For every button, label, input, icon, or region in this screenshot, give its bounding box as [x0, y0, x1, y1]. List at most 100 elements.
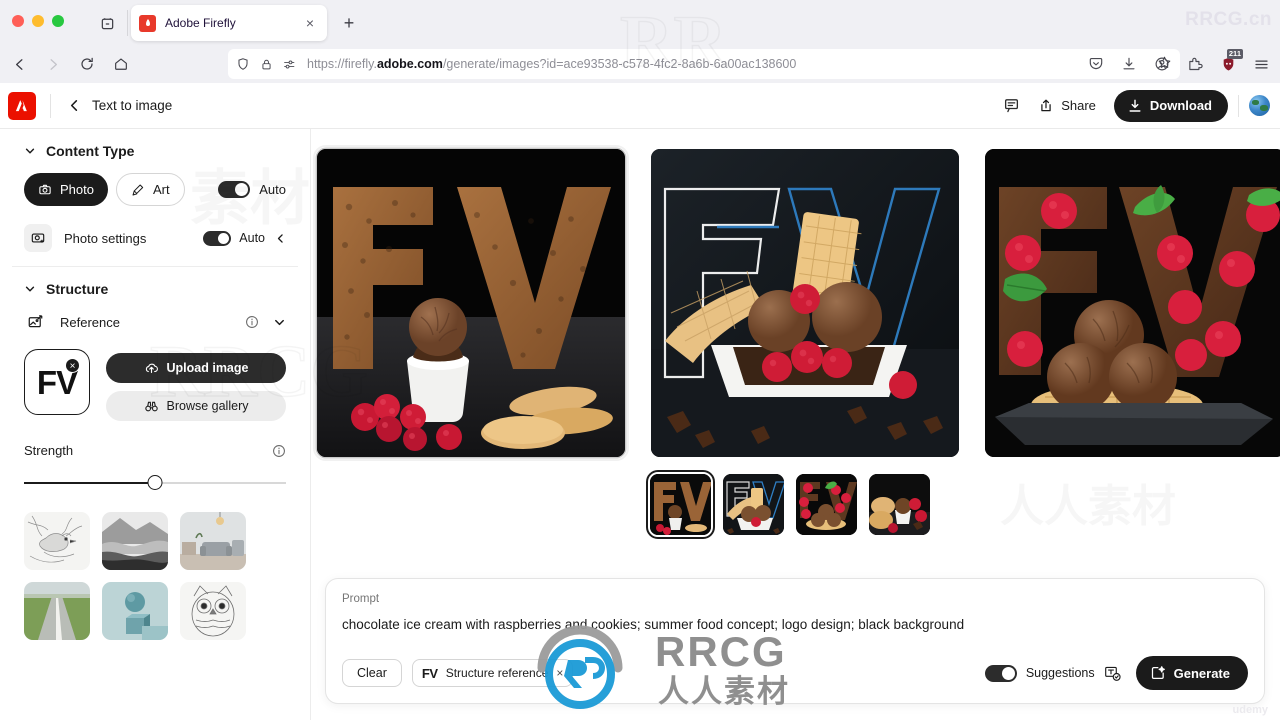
result-3-chocolate-fv[interactable] — [985, 149, 1280, 457]
browser-toolbar-right: 211 — [1081, 49, 1276, 79]
tab-divider — [127, 10, 128, 36]
reference-label: Reference — [60, 314, 120, 330]
photo-settings-auto-label: Auto — [239, 231, 265, 245]
back-arrow-icon[interactable] — [4, 49, 34, 79]
thumbnail-4[interactable] — [869, 474, 930, 535]
suggestions-toggle[interactable] — [984, 664, 1017, 682]
content-type-art-button[interactable]: Art — [115, 173, 185, 206]
reference-body: FV × Upload image Browse gallery — [24, 349, 286, 421]
upload-image-label: Upload image — [166, 361, 249, 375]
gallery-item-sketch-bird[interactable] — [24, 512, 90, 570]
remove-reference-button[interactable]: × — [65, 358, 80, 373]
content-type-title: Content Type — [46, 143, 135, 159]
prompt-footer: Clear FV Structure reference × Suggestio… — [342, 656, 1248, 690]
slider-thumb[interactable] — [147, 475, 163, 490]
download-label: Download — [1149, 98, 1212, 113]
prompt-input[interactable]: chocolate ice cream with raspberries and… — [342, 617, 1248, 632]
extension-icon[interactable] — [1180, 49, 1210, 79]
structure-header[interactable]: Structure — [24, 281, 286, 297]
chevron-down-icon[interactable] — [273, 316, 286, 329]
download-icon[interactable] — [1114, 49, 1144, 79]
avatar[interactable] — [1249, 95, 1270, 116]
result-1-wafer-fv[interactable] — [313, 145, 629, 461]
suggestions-check-icon[interactable] — [1104, 665, 1121, 682]
chip-remove-icon[interactable]: × — [556, 666, 563, 680]
strength-slider[interactable] — [24, 472, 286, 494]
minimize-window-button[interactable] — [32, 15, 44, 27]
page-title: Text to image — [92, 98, 173, 113]
browse-gallery-button[interactable]: Browse gallery — [106, 391, 286, 421]
upload-image-button[interactable]: Upload image — [106, 353, 286, 383]
url-path: /generate/images?id=ace93538-c578-4fc2-8… — [442, 57, 797, 71]
adobe-logo[interactable] — [8, 91, 36, 120]
permissions-icon — [284, 60, 295, 68]
gallery-item-sketch-owl[interactable] — [180, 582, 246, 640]
thumbnails-row — [646, 470, 930, 539]
chevron-down-icon — [24, 283, 36, 295]
thumbnail-2[interactable] — [723, 474, 784, 535]
sidebar-divider — [310, 129, 311, 720]
hamburger-menu-icon[interactable] — [1246, 49, 1276, 79]
adobe-firefly-icon — [139, 14, 156, 32]
url-bar[interactable]: https://firefly.adobe.com/generate/image… — [228, 49, 1180, 79]
photo-settings-icon — [24, 224, 52, 252]
gallery-item-grayscale-landscape[interactable] — [102, 512, 168, 570]
close-tab-icon[interactable]: × — [301, 14, 319, 32]
prompt-bar: Prompt chocolate ice cream with raspberr… — [325, 578, 1265, 704]
content-type-auto-label: Auto — [259, 182, 286, 197]
home-icon[interactable] — [106, 49, 136, 79]
back-button[interactable] — [65, 97, 83, 115]
browser-tab-adobe-firefly[interactable]: Adobe Firefly × — [131, 5, 327, 41]
list-all-tabs-icon[interactable] — [96, 12, 118, 34]
gallery-item-green-field-road[interactable] — [24, 582, 90, 640]
info-icon[interactable] — [272, 444, 286, 458]
result-2-wireframe-fv[interactable] — [651, 149, 959, 457]
panel-content-type: Content Type Photo Art Auto Photo settin… — [12, 129, 298, 267]
structure-reference-chip[interactable]: FV Structure reference × — [411, 659, 574, 687]
chip-badge: FV — [421, 665, 438, 681]
photo-settings-row[interactable]: Photo settings Auto — [24, 224, 286, 252]
generate-button[interactable]: Generate — [1135, 656, 1248, 690]
url-domain: adobe.com — [376, 57, 443, 71]
clear-button[interactable]: Clear — [342, 659, 402, 687]
account-icon[interactable] — [1147, 49, 1177, 79]
window-controls[interactable] — [12, 15, 64, 27]
browser-chrome: Adobe Firefly × + RRCG.cn https://firefl… — [0, 0, 1280, 83]
pocket-icon[interactable] — [1081, 49, 1111, 79]
share-label: Share — [1061, 98, 1096, 113]
upload-cloud-icon — [145, 363, 158, 373]
close-window-button[interactable] — [12, 15, 24, 27]
photo-settings-auto-toggle[interactable] — [203, 230, 232, 246]
maximize-window-button[interactable] — [52, 15, 64, 27]
reference-thumbnail[interactable]: FV × — [24, 349, 90, 415]
browser-nav-bar: https://firefly.adobe.com/generate/image… — [0, 45, 1280, 83]
tracking-shield-icon[interactable]: 211 — [1213, 49, 1243, 79]
reload-icon[interactable] — [72, 49, 102, 79]
panel-structure: Structure Reference FV × Upload image Br… — [12, 267, 298, 654]
header-divider-2 — [1238, 94, 1239, 117]
share-button[interactable]: Share — [1028, 92, 1106, 120]
slider-fill — [24, 482, 155, 484]
suggestions-label: Suggestions — [1025, 666, 1095, 680]
thumbnail-3[interactable] — [796, 474, 857, 535]
header-actions: Share Download — [994, 89, 1280, 122]
comment-icon[interactable] — [994, 90, 1028, 122]
binoculars-icon — [144, 401, 158, 411]
tab-strip: Adobe Firefly × + RRCG.cn — [0, 0, 1280, 45]
browse-gallery-label: Browse gallery — [166, 399, 249, 413]
forward-arrow-icon[interactable] — [38, 49, 68, 79]
content-type-header[interactable]: Content Type — [24, 143, 286, 159]
content-type-photo-label: Photo — [60, 182, 94, 197]
download-button[interactable]: Download — [1113, 89, 1228, 122]
gallery-item-sphere-on-cube[interactable] — [102, 582, 168, 640]
gallery-item-living-room[interactable] — [180, 512, 246, 570]
content-type-auto-toggle[interactable] — [218, 181, 251, 198]
reference-row[interactable]: Reference — [24, 311, 286, 333]
new-tab-button[interactable]: + — [338, 12, 360, 34]
info-icon[interactable] — [245, 315, 259, 329]
photo-settings-collapse-icon[interactable] — [275, 233, 286, 244]
generate-label: Generate — [1173, 665, 1230, 681]
thumbnail-1[interactable] — [646, 470, 715, 539]
content-type-photo-button[interactable]: Photo — [24, 173, 108, 206]
content-type-auto-group: Auto — [218, 181, 286, 198]
